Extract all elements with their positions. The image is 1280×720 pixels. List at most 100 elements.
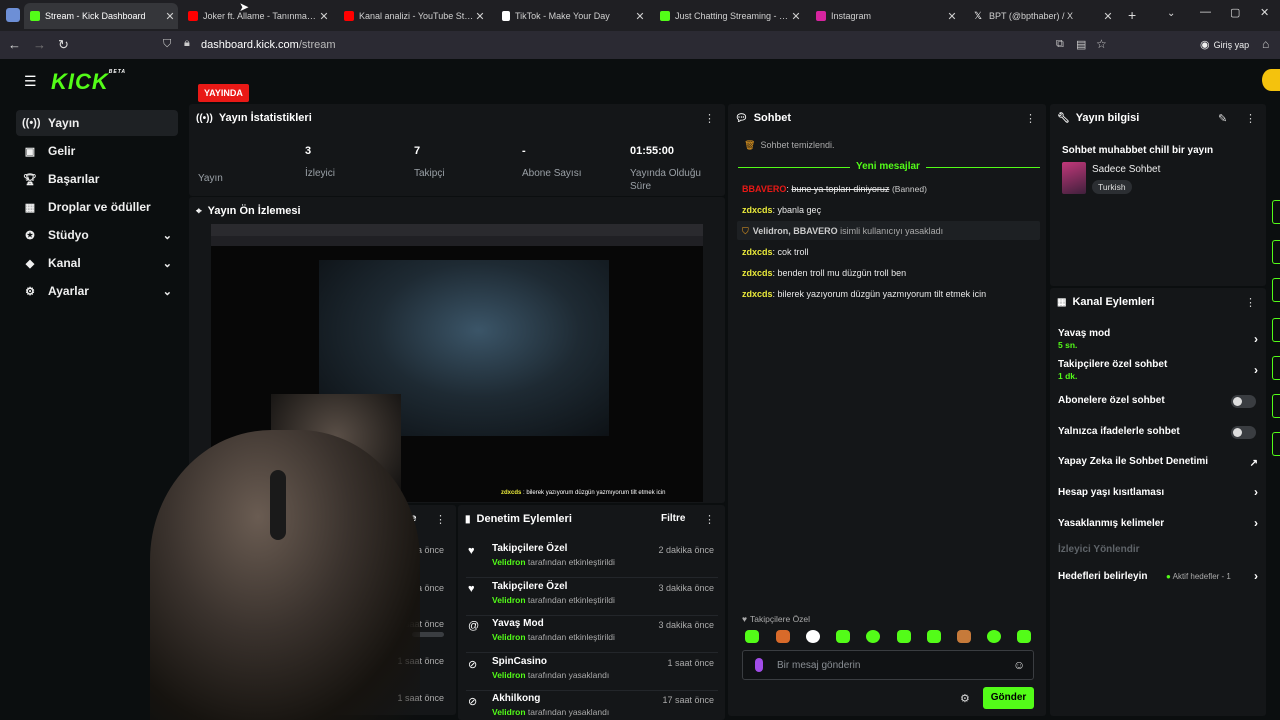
emote-icon[interactable] bbox=[866, 630, 880, 643]
rail-button[interactable] bbox=[1272, 318, 1280, 342]
close-tab-icon[interactable]: ✕ bbox=[634, 10, 646, 23]
moderation-row[interactable]: ♥ Takipçilere Özel Velidron tarafından e… bbox=[466, 578, 718, 616]
followers-chat-row[interactable]: Takipçilere özel sohbet 1 dk. › bbox=[1058, 359, 1258, 381]
chat-message[interactable]: zdxcds: ybanla geç bbox=[742, 205, 821, 215]
more-options-icon[interactable]: ⋮ bbox=[1245, 296, 1256, 309]
rail-button[interactable] bbox=[1272, 356, 1280, 380]
user-avatar[interactable] bbox=[1262, 69, 1280, 91]
rail-button[interactable] bbox=[1272, 200, 1280, 224]
signin-button[interactable]: ◉ Giriş yap bbox=[1200, 38, 1249, 51]
tab-youtube-joker[interactable]: Joker ft. Allame - Tanınmayan... ✕ bbox=[182, 3, 332, 29]
emote-icon[interactable] bbox=[897, 630, 911, 643]
tab-instagram[interactable]: Instagram ✕ bbox=[810, 3, 960, 29]
close-tab-icon[interactable]: ✕ bbox=[946, 10, 958, 23]
emote-icon[interactable] bbox=[1017, 630, 1031, 643]
close-tab-icon[interactable]: ✕ bbox=[318, 10, 330, 23]
bookmark-star-icon[interactable]: ☆ bbox=[1096, 37, 1107, 51]
sidebar-item-revenue[interactable]: ▣ Gelir bbox=[16, 138, 178, 164]
kick-logo[interactable]: KICKBETA bbox=[51, 69, 126, 95]
close-tab-icon[interactable]: ✕ bbox=[164, 10, 176, 23]
microphone-icon[interactable] bbox=[755, 658, 763, 672]
more-options-icon[interactable]: ⋮ bbox=[1025, 112, 1036, 125]
forward-icon[interactable]: → bbox=[33, 37, 46, 52]
emote-icon[interactable] bbox=[836, 630, 850, 643]
rail-button[interactable] bbox=[1272, 240, 1280, 264]
chat-input[interactable]: Bir mesaj gönderin ☺ bbox=[742, 650, 1034, 680]
emote-icon[interactable] bbox=[927, 630, 941, 643]
moderation-row[interactable]: @ Yavaş Mod Velidron tarafından etkinleş… bbox=[466, 615, 718, 653]
rail-button[interactable] bbox=[1272, 432, 1280, 456]
moderation-title: Akhilkong bbox=[492, 693, 541, 704]
back-icon[interactable]: ← bbox=[8, 37, 21, 52]
more-options-icon[interactable]: ⋮ bbox=[1245, 112, 1256, 125]
emote-icon[interactable] bbox=[957, 630, 971, 643]
moderation-meta: Velidron tarafından etkinleştirildi bbox=[492, 632, 615, 642]
tab-tiktok[interactable]: TikTok - Make Your Day ✕ bbox=[496, 3, 648, 29]
chat-message[interactable]: zdxcds: benden troll mu düzgün troll ben bbox=[742, 268, 906, 278]
close-tab-icon[interactable]: ✕ bbox=[1102, 10, 1114, 23]
emoji-icon[interactable]: ☺ bbox=[1013, 658, 1025, 672]
rail-button[interactable] bbox=[1272, 394, 1280, 418]
gift-icon: ▦ bbox=[24, 201, 36, 214]
browser-menu-icon[interactable] bbox=[6, 8, 20, 22]
chat-message[interactable]: zdxcds: bilerek yazıyorum düzgün yazmıyo… bbox=[742, 289, 986, 299]
studio-icon: ✪ bbox=[25, 229, 35, 242]
shield-icon[interactable]: ⛉ bbox=[163, 38, 171, 51]
extensions-icon[interactable]: ⌂ bbox=[1262, 37, 1269, 51]
tab-list-chevron-icon[interactable]: ⌄ bbox=[1167, 8, 1175, 19]
close-tab-icon[interactable]: ✕ bbox=[790, 10, 802, 23]
sidebar-item-channel[interactable]: ◆ Kanal ⌄ bbox=[16, 250, 178, 276]
moderation-row[interactable]: ⊘ SpinCasino Velidron tarafından yasakla… bbox=[466, 653, 718, 691]
moderation-row[interactable]: ♥ Takipçilere Özel Velidron tarafından e… bbox=[466, 540, 718, 578]
age-restriction-row[interactable]: Hesap yaşı kısıtlaması › bbox=[1058, 485, 1258, 499]
category-name[interactable]: Sadece Sohbet bbox=[1092, 164, 1160, 175]
moderation-filter-button[interactable]: Filtre bbox=[661, 513, 685, 524]
chat-message[interactable]: BBAVERO: bune ya topları diniyoruz (Bann… bbox=[742, 184, 927, 194]
sidebar-item-stream[interactable]: ((•)) Yayın bbox=[16, 110, 178, 136]
url-field[interactable]: dashboard.kick.com/stream bbox=[201, 39, 336, 51]
hamburger-menu-icon[interactable]: ☰ bbox=[24, 73, 37, 90]
sidebar-item-settings[interactable]: ⚙ Ayarlar ⌄ bbox=[16, 278, 178, 304]
emote-icon[interactable] bbox=[745, 630, 759, 643]
sidebar-item-achievements[interactable]: 🏆︎ Başarılar bbox=[16, 166, 178, 192]
close-window-icon[interactable]: ✕ bbox=[1260, 6, 1269, 19]
more-options-icon[interactable]: ⋮ bbox=[435, 513, 446, 526]
new-tab-icon[interactable]: + bbox=[1128, 7, 1136, 23]
sidebar-item-drops[interactable]: ▦ Droplar ve ödüller bbox=[16, 194, 178, 220]
emote-chat-toggle[interactable] bbox=[1231, 426, 1256, 439]
sidebar-item-studio[interactable]: ✪ Stüdyo ⌄ bbox=[16, 222, 178, 248]
ai-moderation-row[interactable]: Yapay Zeka ile Sohbet Denetimi ↗ bbox=[1058, 456, 1258, 469]
screenshot-icon[interactable]: ⧉ bbox=[1056, 38, 1064, 51]
tab-youtube-studio[interactable]: Kanal analizi - YouTube Studio ✕ bbox=[338, 3, 488, 29]
tab-kick-just-chatting[interactable]: Just Chatting Streaming - Live S ✕ bbox=[654, 3, 804, 29]
chat-username[interactable]: BBAVERO bbox=[742, 184, 786, 194]
chat-settings-gear-icon[interactable]: ⚙ bbox=[960, 692, 970, 705]
chat-message[interactable]: zdxcds: cok troll bbox=[742, 247, 809, 257]
more-options-icon[interactable]: ⋮ bbox=[704, 513, 715, 526]
maximize-icon[interactable]: ▢ bbox=[1230, 6, 1240, 19]
chat-username[interactable]: zdxcds bbox=[742, 289, 773, 299]
more-options-icon[interactable]: ⋮ bbox=[704, 112, 715, 125]
reader-icon[interactable]: ▤ bbox=[1076, 38, 1086, 51]
category-thumbnail[interactable] bbox=[1062, 162, 1086, 194]
minimize-icon[interactable]: — bbox=[1200, 6, 1211, 18]
emote-icon[interactable] bbox=[776, 630, 790, 643]
tab-x-bpthaber[interactable]: 𝕏 BPT (@bpthaber) / X ✕ bbox=[968, 3, 1116, 29]
chat-username[interactable]: zdxcds bbox=[742, 268, 773, 278]
chat-username[interactable]: zdxcds bbox=[742, 205, 773, 215]
reload-icon[interactable]: ↻ bbox=[58, 37, 69, 53]
send-button[interactable]: Gönder bbox=[983, 687, 1034, 709]
chat-username[interactable]: zdxcds bbox=[742, 247, 773, 257]
tab-title: Instagram bbox=[831, 11, 872, 21]
tab-kick-dashboard[interactable]: Stream - Kick Dashboard ✕ bbox=[24, 3, 178, 29]
slow-mode-row[interactable]: Yavaş mod 5 sn. › bbox=[1058, 328, 1258, 350]
banned-words-row[interactable]: Yasaklanmış kelimeler › bbox=[1058, 516, 1258, 530]
emote-icon[interactable] bbox=[987, 630, 1001, 643]
goals-row[interactable]: Hedefleri belirleyin ● Aktif hedefler - 1… bbox=[1058, 569, 1258, 583]
moderation-row[interactable]: ⊘ Akhilkong Velidron tarafından yasaklan… bbox=[466, 690, 718, 720]
close-tab-icon[interactable]: ✕ bbox=[474, 10, 486, 23]
rail-button[interactable] bbox=[1272, 278, 1280, 302]
emote-icon[interactable] bbox=[806, 630, 820, 643]
edit-pencil-icon[interactable]: ✎ bbox=[1218, 112, 1227, 125]
subscribers-chat-toggle[interactable] bbox=[1231, 395, 1256, 408]
